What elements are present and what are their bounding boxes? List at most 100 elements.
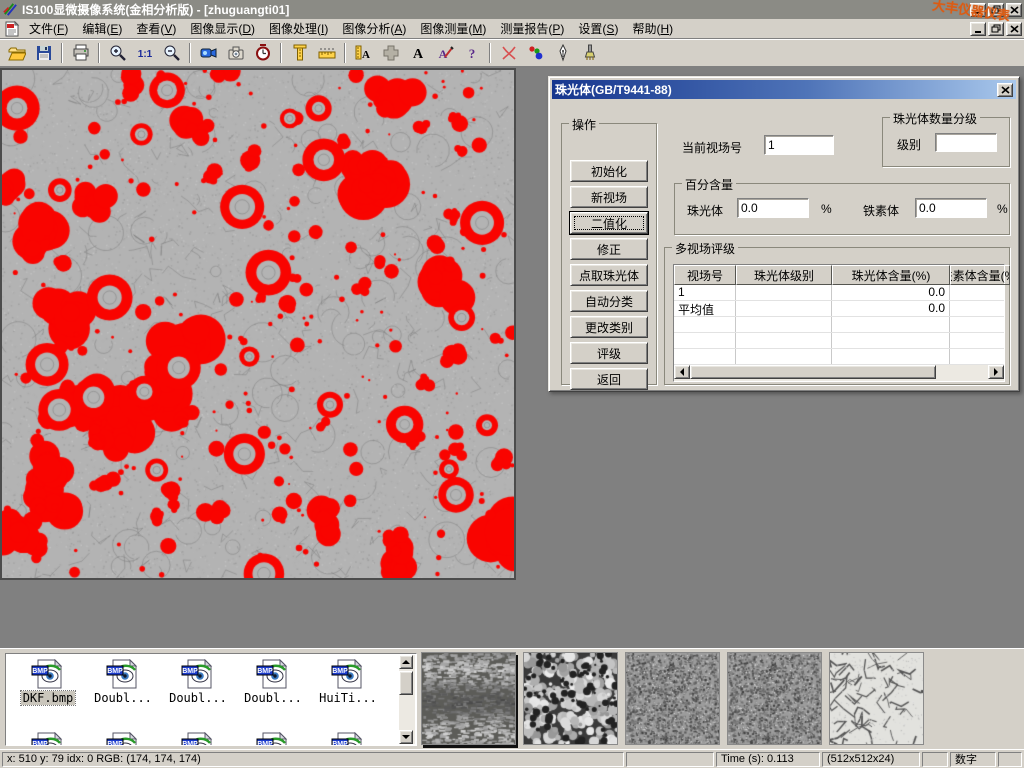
micrograph-image[interactable]: [0, 68, 516, 580]
menu-item-1[interactable]: 编辑(E): [75, 18, 129, 39]
scrollbar-thumb[interactable]: [399, 671, 413, 695]
menu-item-6[interactable]: 图像测量(M): [413, 18, 493, 39]
op-button-修正[interactable]: 修正: [570, 238, 648, 260]
toolbar-separator: [344, 43, 346, 63]
actual-size-icon[interactable]: 1:1: [132, 41, 157, 65]
menu-item-2[interactable]: 查看(V): [129, 18, 183, 39]
rating-table-cell: [950, 349, 1004, 364]
pen-icon[interactable]: [550, 41, 575, 65]
zoom-out-icon[interactable]: [159, 41, 184, 65]
current-field-input[interactable]: [764, 135, 834, 155]
thumbnail-specimen-2[interactable]: [523, 652, 618, 745]
rating-table-cell: [674, 333, 736, 348]
file-item-Doubl...[interactable]: BMPDoubl...: [237, 659, 309, 707]
menu-item-4[interactable]: 图像处理(I): [262, 18, 335, 39]
brush-icon[interactable]: [577, 41, 602, 65]
thumbnail-specimen-3[interactable]: [625, 652, 720, 745]
menu-item-8[interactable]: 设置(S): [571, 18, 625, 39]
rating-table-header-3: 铁素体含量(%): [950, 265, 1010, 285]
menu-item-7[interactable]: 测量报告(P): [493, 18, 571, 39]
save-icon[interactable]: [31, 41, 56, 65]
timer-icon[interactable]: [250, 41, 275, 65]
rating-table-row[interactable]: [674, 317, 1004, 333]
op-button-二值化[interactable]: 二值化: [570, 212, 648, 234]
mdi-close-button[interactable]: [1006, 22, 1022, 36]
file-item-hidden-row[interactable]: BMP: [12, 732, 84, 746]
file-item-DKF.bmp[interactable]: BMPDKF.bmp: [12, 659, 84, 707]
file-item-hidden-row[interactable]: BMP: [162, 732, 234, 746]
op-button-返回[interactable]: 返回: [570, 368, 648, 390]
rating-table-row[interactable]: 平均值0.0: [674, 301, 1004, 317]
file-item-hidden-row[interactable]: BMP: [237, 732, 309, 746]
ferrite-percent-input[interactable]: [915, 198, 987, 218]
svg-text:?: ?: [468, 46, 475, 61]
rating-table-cell: [950, 301, 1004, 316]
caliper-icon[interactable]: [287, 41, 312, 65]
file-item-hidden-row[interactable]: BMP: [312, 732, 384, 746]
annotate-icon[interactable]: A: [432, 41, 457, 65]
toolbar-separator: [98, 43, 100, 63]
grade-input[interactable]: [935, 133, 997, 152]
thumbnail-specimen-1[interactable]: [421, 652, 516, 745]
current-field-label: 当前视场号: [682, 139, 742, 156]
video-camera-icon[interactable]: [196, 41, 221, 65]
camera-icon[interactable]: [223, 41, 248, 65]
print-icon[interactable]: [68, 41, 93, 65]
rating-table-cell: [950, 285, 1004, 300]
svg-text:BMP: BMP: [182, 668, 198, 675]
op-button-更改类别[interactable]: 更改类别: [570, 316, 648, 338]
help-icon[interactable]: ?: [459, 41, 484, 65]
dialog-close-button[interactable]: [997, 83, 1013, 97]
menu-bar: 文件(F)编辑(E)查看(V)图像显示(D)图像处理(I)图像分析(A)图像测量…: [0, 19, 1024, 39]
thumbnail-specimen-5[interactable]: [829, 652, 924, 745]
op-button-自动分类[interactable]: 自动分类: [570, 290, 648, 312]
file-item-Doubl...[interactable]: BMPDoubl...: [87, 659, 159, 707]
pearlite-percent-input[interactable]: [737, 198, 809, 218]
rating-table-cell: 0.0: [832, 285, 950, 300]
toolbar-separator: [189, 43, 191, 63]
op-button-点取珠光体[interactable]: 点取珠光体: [570, 264, 648, 286]
rating-table-cell: [736, 317, 832, 332]
scroll-right-icon[interactable]: [988, 365, 1004, 379]
menu-item-5[interactable]: 图像分析(A): [335, 18, 413, 39]
toolbar-separator: [489, 43, 491, 63]
scroll-down-icon[interactable]: [399, 730, 413, 744]
open-icon[interactable]: [4, 41, 29, 65]
rating-table-row[interactable]: [674, 349, 1004, 365]
rating-table-row[interactable]: [674, 333, 1004, 349]
ruler-icon[interactable]: [314, 41, 339, 65]
menu-item-3[interactable]: 图像显示(D): [183, 18, 262, 39]
file-list-vertical-scrollbar[interactable]: [399, 655, 415, 744]
window-minimize-button[interactable]: [970, 3, 986, 17]
scrollbar-thumb[interactable]: [690, 365, 936, 379]
particles-icon[interactable]: [523, 41, 548, 65]
status-segment-1: [626, 752, 714, 767]
pearlite-unit: %: [821, 202, 832, 216]
mdi-minimize-button[interactable]: [970, 22, 986, 36]
file-label: Doubl...: [92, 691, 154, 705]
pearlite-dialog: 珠光体(GB/T9441-88) 操作 初始化新视场二值化修正点取珠光体自动分类…: [548, 76, 1020, 392]
menu-item-0[interactable]: 文件(F): [22, 18, 75, 39]
scroll-up-icon[interactable]: [399, 655, 413, 669]
file-item-hidden-row[interactable]: BMP: [87, 732, 159, 746]
op-button-新视场[interactable]: 新视场: [570, 186, 648, 208]
op-button-评级[interactable]: 评级: [570, 342, 648, 364]
table-horizontal-scrollbar[interactable]: [674, 365, 1004, 381]
menu-item-9[interactable]: 帮助(H): [625, 18, 680, 39]
op-button-初始化[interactable]: 初始化: [570, 160, 648, 182]
file-item-Doubl...[interactable]: BMPDoubl...: [162, 659, 234, 707]
rating-table-row[interactable]: 10.0: [674, 285, 1004, 301]
mdi-restore-button[interactable]: [988, 22, 1004, 36]
thumbnail-specimen-4[interactable]: [727, 652, 822, 745]
text-icon[interactable]: A: [405, 41, 430, 65]
svg-text:BMP: BMP: [32, 668, 48, 675]
rating-table-cell: [674, 349, 736, 364]
window-restore-button[interactable]: [988, 3, 1004, 17]
measure-text-icon[interactable]: A: [351, 41, 376, 65]
zoom-in-icon[interactable]: [105, 41, 130, 65]
curve-icon[interactable]: [496, 41, 521, 65]
window-close-button[interactable]: [1006, 3, 1022, 17]
file-item-HuiTi...[interactable]: BMPHuiTi...: [312, 659, 384, 707]
pattern-icon[interactable]: [378, 41, 403, 65]
scroll-left-icon[interactable]: [674, 365, 690, 379]
